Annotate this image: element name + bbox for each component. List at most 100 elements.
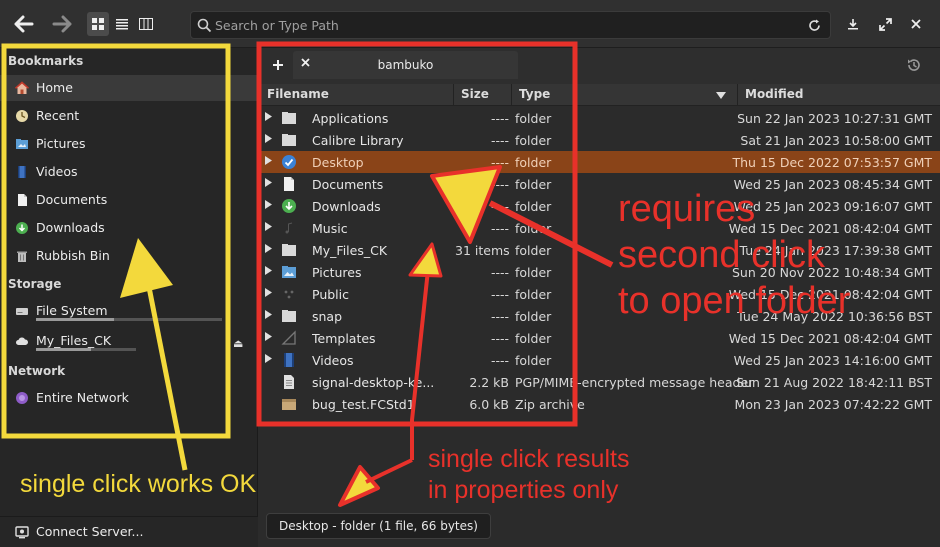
annotation-single-click-ok: single click works OK	[20, 470, 257, 498]
connect-server-label: Connect Server...	[36, 524, 144, 539]
home-icon	[15, 81, 29, 94]
file-size: 2.2 kB	[469, 375, 509, 390]
annotation-single-click-properties: single click results in properties only	[428, 445, 630, 504]
sidebar-item-downloads[interactable]: Downloads	[0, 215, 258, 241]
sidebar-item-recent[interactable]: Recent	[0, 103, 258, 129]
expand-arrow-icon[interactable]	[265, 112, 272, 124]
expand-arrow-icon[interactable]	[265, 266, 272, 278]
back-button[interactable]	[8, 10, 40, 38]
documents-folder-icon	[284, 177, 294, 191]
expand-arrow-icon[interactable]	[265, 178, 272, 190]
file-type: folder	[515, 133, 552, 148]
file-row[interactable]: Videos ---- folder Wed 25 Jan 2023 14:16:00…	[259, 349, 940, 371]
status-overlay: Desktop - folder (1 file, 66 bytes)	[266, 513, 491, 539]
path-input[interactable]	[215, 16, 795, 34]
expand-arrow-icon[interactable]	[265, 222, 272, 234]
file-name: Public	[312, 287, 349, 302]
file-type: folder	[515, 111, 552, 126]
history-icon[interactable]	[906, 57, 922, 76]
file-size: ----	[490, 199, 509, 214]
forward-button[interactable]	[46, 10, 78, 38]
sidebar-item-documents[interactable]: Documents	[0, 187, 258, 213]
list-icon	[116, 19, 128, 30]
file-name: Pictures	[312, 265, 362, 280]
network-icon	[16, 392, 28, 404]
sort-descending-icon[interactable]	[716, 92, 726, 99]
tab-bambuko[interactable]: bambuko	[293, 51, 518, 79]
pictures-folder-icon	[16, 139, 28, 149]
grid-icon	[92, 18, 104, 30]
file-row[interactable]: bug_test.FCStd1 6.0 kB Zip archive Mon 23 J…	[259, 393, 940, 415]
column-header-size[interactable]: Size	[461, 87, 489, 101]
annotation-requires-second-click: requires second click to open folder	[618, 188, 851, 322]
file-name: Downloads	[312, 199, 381, 214]
columns-icon	[139, 18, 153, 30]
sidebar-item-label: Pictures	[36, 136, 86, 151]
file-name: bug_test.FCStd1	[312, 397, 415, 412]
expand-arrow-icon[interactable]	[265, 288, 272, 300]
list-view-button[interactable]	[111, 12, 133, 36]
sidebar-item-pictures[interactable]: Pictures	[0, 131, 258, 157]
expand-arrow-icon[interactable]	[265, 354, 272, 366]
expand-arrow-icon[interactable]	[265, 332, 272, 344]
arrow-right-icon	[52, 15, 72, 33]
expand-arrow-icon[interactable]	[265, 200, 272, 212]
trash-icon	[17, 251, 27, 262]
pictures-folder-icon	[282, 266, 296, 278]
network-heading: Network	[8, 364, 66, 378]
sidebar-item-rubbish-bin[interactable]: Rubbish Bin	[0, 243, 258, 269]
sidebar-item-label: Documents	[36, 192, 108, 207]
new-tab-button[interactable]	[267, 54, 289, 76]
expand-arrow-icon[interactable]	[265, 244, 272, 256]
file-row[interactable]: Calibre Library ---- folder Sat 21 Jan 2023…	[259, 129, 940, 151]
close-window-button[interactable]	[906, 10, 926, 38]
sidebar-item-label: File System	[36, 303, 108, 318]
file-type: folder	[515, 155, 552, 170]
expand-arrow-icon[interactable]	[265, 134, 272, 146]
file-type: folder	[515, 265, 552, 280]
download-button[interactable]	[843, 10, 863, 38]
file-row[interactable]: Applications ---- folder Sun 22 Jan 2023 10…	[259, 107, 940, 129]
downloads-folder-icon	[16, 222, 28, 234]
videos-folder-icon	[18, 166, 26, 178]
expand-arrow-icon[interactable]	[265, 156, 272, 168]
file-modified: Wed 25 Jan 2023 14:16:00 GMT	[733, 353, 932, 368]
file-name: Music	[312, 221, 348, 236]
file-type: folder	[515, 287, 552, 302]
templates-folder-icon	[281, 330, 296, 345]
file-type: Zip archive	[515, 397, 585, 412]
folder-icon	[282, 112, 296, 124]
file-size: ----	[490, 221, 509, 236]
recent-icon	[16, 110, 28, 122]
file-size: 31 items	[455, 243, 510, 258]
column-view-button[interactable]	[135, 12, 157, 36]
file-size: ----	[490, 353, 509, 368]
reload-icon[interactable]	[807, 18, 822, 33]
column-header-filename[interactable]: Filename	[267, 87, 329, 101]
maximize-button[interactable]	[875, 10, 895, 38]
grid-view-button[interactable]	[87, 12, 109, 36]
drive-icon	[16, 308, 28, 315]
expand-arrow-icon[interactable]	[265, 310, 272, 322]
file-row[interactable]: signal-desktop-ke... 2.2 kB PGP/MIME-encry…	[259, 371, 940, 393]
sidebar-item-home[interactable]: Home	[0, 75, 258, 101]
column-header-type[interactable]: Type	[519, 87, 550, 101]
connect-server-button[interactable]: Connect Server...	[0, 516, 258, 547]
public-folder-icon	[284, 290, 294, 299]
file-size: ----	[490, 331, 509, 346]
server-icon	[15, 526, 29, 539]
header-bar	[0, 0, 940, 48]
arrow-left-icon	[14, 15, 34, 33]
file-modified: Sun 22 Jan 2023 10:27:31 GMT	[737, 111, 932, 126]
column-header-modified[interactable]: Modified	[745, 87, 804, 101]
file-type: folder	[515, 177, 552, 192]
file-row[interactable]: Desktop ---- folder Thu 15 Dec 2022 07:53:5…	[259, 151, 940, 173]
file-row[interactable]: Templates ---- folder Wed 15 Dec 2021 08:42…	[259, 327, 940, 349]
text-file-icon	[284, 375, 294, 389]
file-type: folder	[515, 309, 552, 324]
eject-icon[interactable]: ⏏	[233, 337, 243, 350]
storage-heading: Storage	[8, 277, 62, 291]
sidebar-item-entire-network[interactable]: Entire Network	[0, 385, 258, 411]
sidebar-item-label: Entire Network	[36, 390, 129, 405]
sidebar-item-videos[interactable]: Videos	[0, 159, 258, 185]
